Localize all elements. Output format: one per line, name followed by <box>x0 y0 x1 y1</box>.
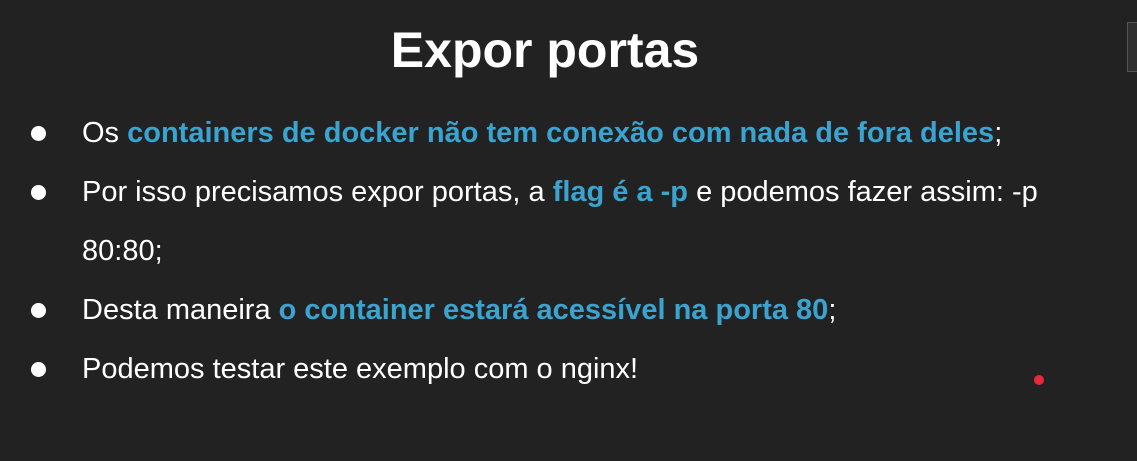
bullet-list: Os containers de docker não tem conexão … <box>0 104 1137 399</box>
bullet-dot-icon <box>31 185 46 200</box>
bullet-text-plain: ; <box>994 117 1003 149</box>
bullet-text-highlight: containers de docker não tem conexão com… <box>127 117 995 149</box>
bullet-text-plain: Podemos testar este exemplo com o nginx! <box>82 353 639 385</box>
bullet-text-plain: ; <box>828 294 837 326</box>
laser-pointer-icon <box>1034 375 1044 385</box>
bullet-dot-icon <box>31 126 46 141</box>
bullet-item: Podemos testar este exemplo com o nginx! <box>0 340 1137 399</box>
bullet-text-highlight: o container estará acessível na porta 80 <box>278 294 829 326</box>
bullet-item: Por isso precisamos expor portas, a flag… <box>0 163 1137 281</box>
bullet-dot-icon <box>31 303 46 318</box>
slide-title: Expor portas <box>390 22 700 78</box>
bullet-text-plain: Os <box>82 117 128 149</box>
bullet-item: Desta maneira o container estará acessív… <box>0 281 1137 340</box>
scrollbar-thumb[interactable] <box>1127 22 1137 72</box>
bullet-dot-icon <box>31 362 46 377</box>
bullet-text-plain: Por isso precisamos expor portas, a <box>82 176 553 208</box>
bullet-text-plain: Desta maneira <box>82 294 279 326</box>
slide: Expor portas Os containers de docker não… <box>0 0 1137 461</box>
bullet-text-highlight: flag é a -p <box>552 176 689 208</box>
bullet-item: Os containers de docker não tem conexão … <box>0 104 1137 163</box>
